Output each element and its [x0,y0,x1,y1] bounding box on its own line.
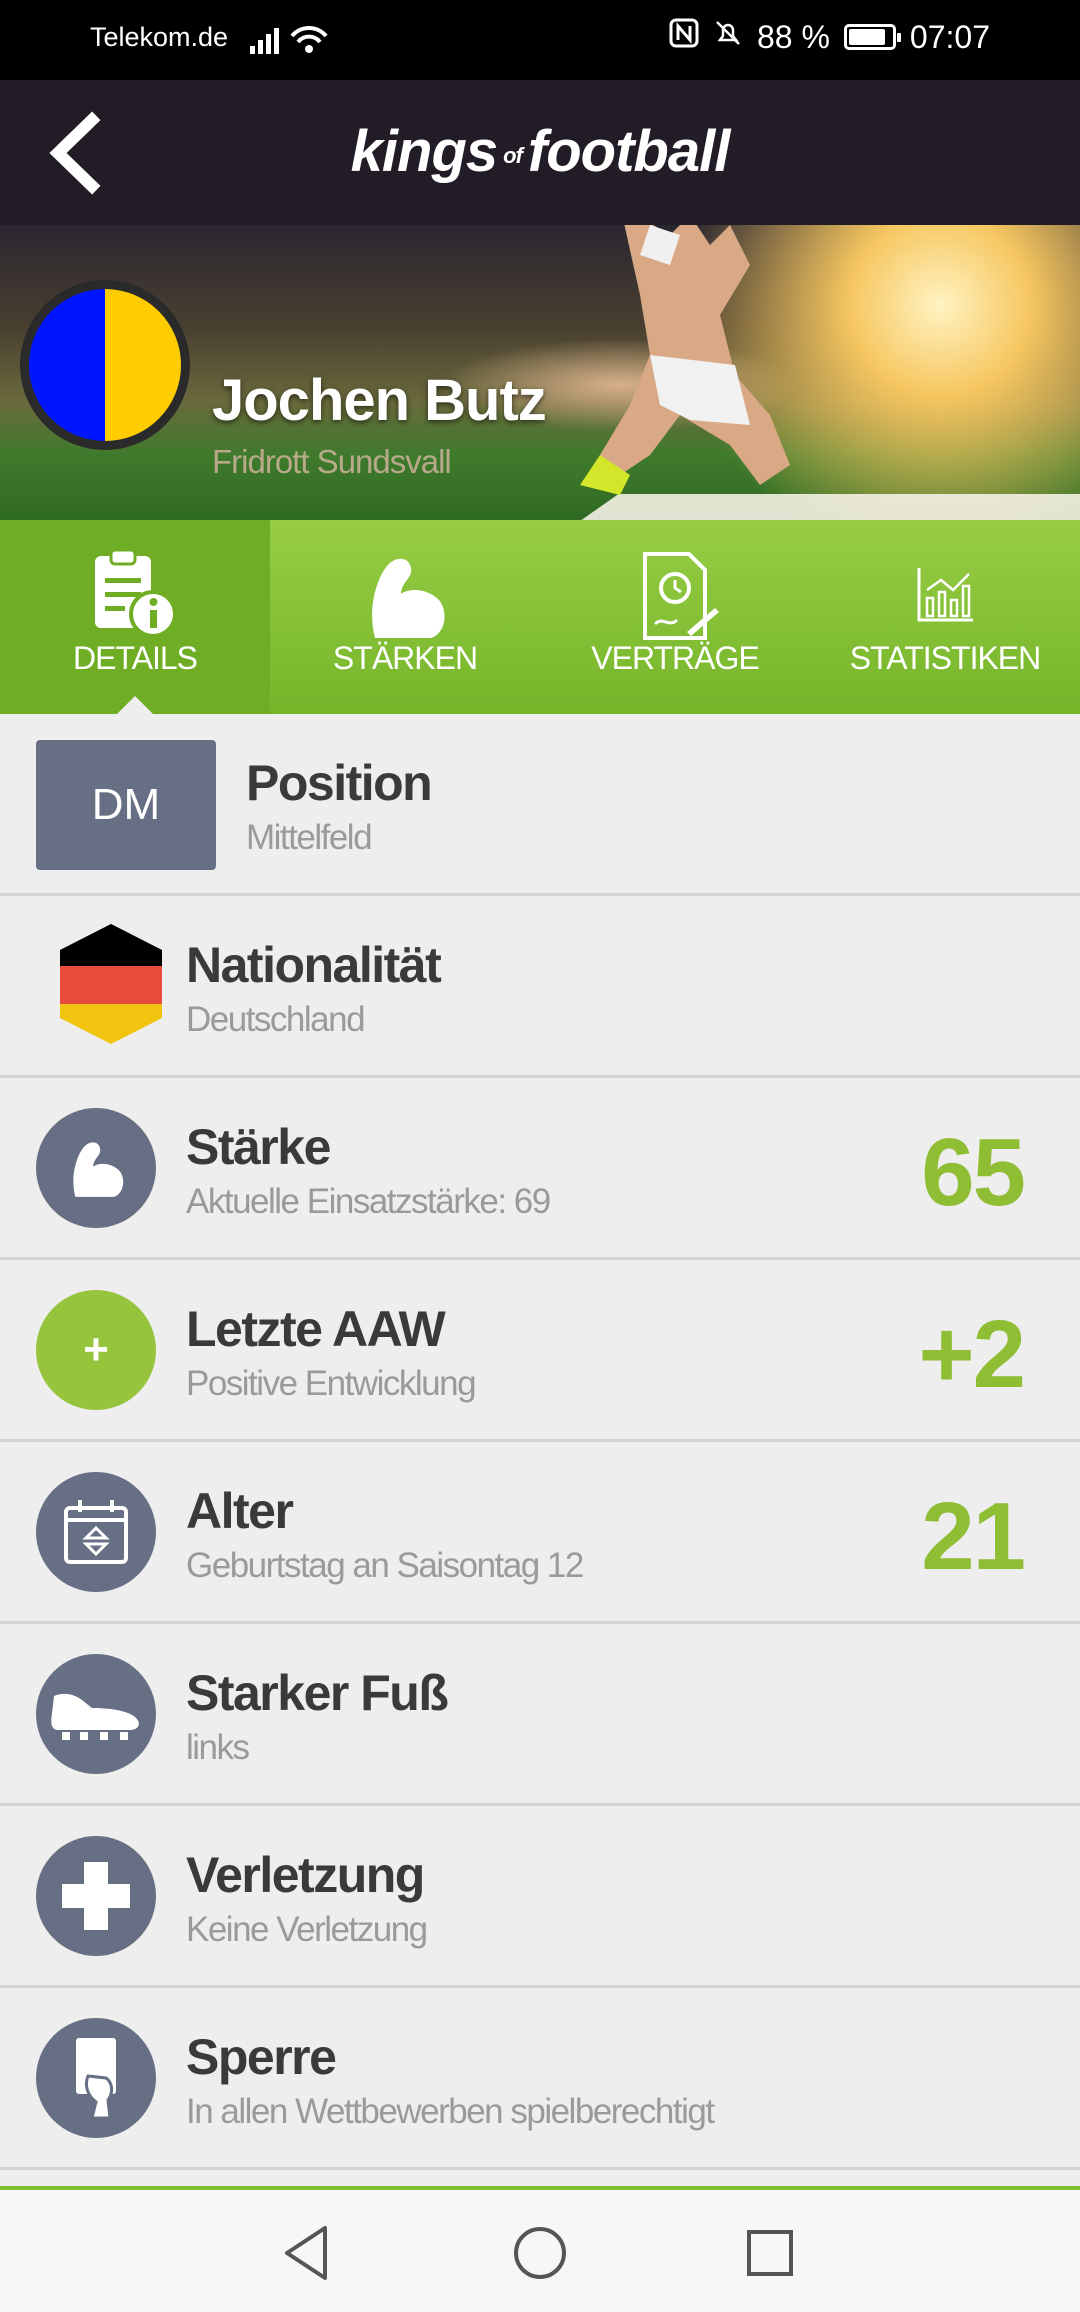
details-list: DM Position Mittelfeld Nationalität Deut… [0,714,1080,2170]
tab-details-label: DETAILS [73,640,198,676]
tab-statistiken[interactable]: STATISTIKEN [810,520,1080,714]
nfc-icon [669,18,699,56]
contract-icon [540,546,810,646]
nationality-subtitle: Deutschland [186,1000,366,1039]
flexed-arm-icon [270,546,540,646]
position-badge: DM [36,740,216,870]
player-hero: Jochen Butz Fridrott Sundsvall [0,225,1080,520]
suspension-title: Sperre [186,2029,337,2085]
tab-details[interactable]: DETAILS [0,520,270,714]
list-item-nationality: Nationalität Deutschland [0,896,1080,1078]
list-item-position: DM Position Mittelfeld [0,714,1080,896]
battery-icon [843,24,901,50]
battery-percent: 88 % [756,18,830,55]
flexed-arm-icon [36,1108,156,1228]
medical-cross-icon [36,1836,156,1956]
strong-foot-subtitle: links [186,1728,250,1767]
list-item-strength: Stärke Aktuelle Einsatzstärke: 69 65 [0,1078,1080,1260]
club-color-left [29,289,105,441]
status-bar: Telekom.de 88 % 07:07 [0,0,1080,80]
club-badge [20,280,190,450]
nav-recents-button[interactable] [737,2220,803,2286]
tab-vertraege[interactable]: VERTRÄGE [540,520,810,714]
carrier-name: Telekom.de [90,22,229,52]
logo-of: of [503,142,523,168]
referee-card-icon [36,2018,156,2138]
football-boot-icon [36,1654,156,1774]
plus-icon: + [36,1290,156,1410]
system-nav-bar [0,2186,1080,2312]
player-name: Jochen Butz [212,368,547,433]
bar-chart-icon [810,546,1080,646]
position-title: Position [246,755,433,811]
age-title: Alter [186,1483,294,1539]
signal-icon [248,22,332,66]
last-aaw-value: +2 [918,1301,1026,1408]
last-aaw-subtitle: Positive Entwicklung [186,1364,477,1403]
list-item-suspension: Sperre In allen Wettbewerben spielberech… [0,1988,1080,2170]
injury-subtitle: Keine Verletzung [186,1910,428,1949]
list-item-strong-foot: Starker Fuß links [0,1624,1080,1806]
app-header: kings of football [0,80,1080,225]
age-subtitle: Geburtstag an Saisontag 12 [186,1546,584,1585]
strength-subtitle: Aktuelle Einsatzstärke: 69 [186,1182,551,1221]
circle-home-icon [514,2227,566,2279]
clipboard-info-icon [0,546,270,646]
strong-foot-title: Starker Fuß [186,1665,449,1721]
strength-title: Stärke [186,1119,331,1175]
clock: 07:07 [909,18,990,55]
tab-staerken-label: STÄRKEN [332,640,478,676]
mute-icon [713,18,743,56]
tab-bar: DETAILS STÄRKEN VERTRÄGE STATISTIKEN [0,520,1080,714]
flag-germany-icon [60,924,162,1044]
player-image [580,225,790,495]
calendar-icon [36,1472,156,1592]
tab-statistiken-label: STATISTIKEN [849,640,1042,676]
nationality-title: Nationalität [186,937,442,993]
club-color-right [105,289,181,441]
position-subtitle: Mittelfeld [246,818,373,857]
tab-vertraege-label: VERTRÄGE [591,640,759,676]
strength-value: 65 [921,1119,1026,1226]
last-aaw-title: Letzte AAW [186,1301,446,1357]
square-recents-icon [747,2230,793,2276]
triangle-back-icon [285,2226,327,2280]
logo-football: football [527,119,730,184]
nav-home-button[interactable] [507,2220,573,2286]
logo-kings: kings [350,119,498,184]
list-item-last-aaw: + Letzte AAW Positive Entwicklung +2 [0,1260,1080,1442]
app-logo: kings of football [0,118,1080,185]
suspension-subtitle: In allen Wettbewerben spielberechtigt [186,2092,715,2131]
tab-staerken[interactable]: STÄRKEN [270,520,540,714]
status-right: 88 % 07:07 [669,18,990,56]
injury-title: Verletzung [186,1847,425,1903]
club-name[interactable]: Fridrott Sundsvall [212,443,452,481]
nav-back-button[interactable] [275,2220,341,2286]
list-item-injury: Verletzung Keine Verletzung [0,1806,1080,1988]
list-item-age: Alter Geburtstag an Saisontag 12 21 [0,1442,1080,1624]
age-value: 21 [921,1483,1026,1590]
plus-symbol: + [83,1325,109,1374]
